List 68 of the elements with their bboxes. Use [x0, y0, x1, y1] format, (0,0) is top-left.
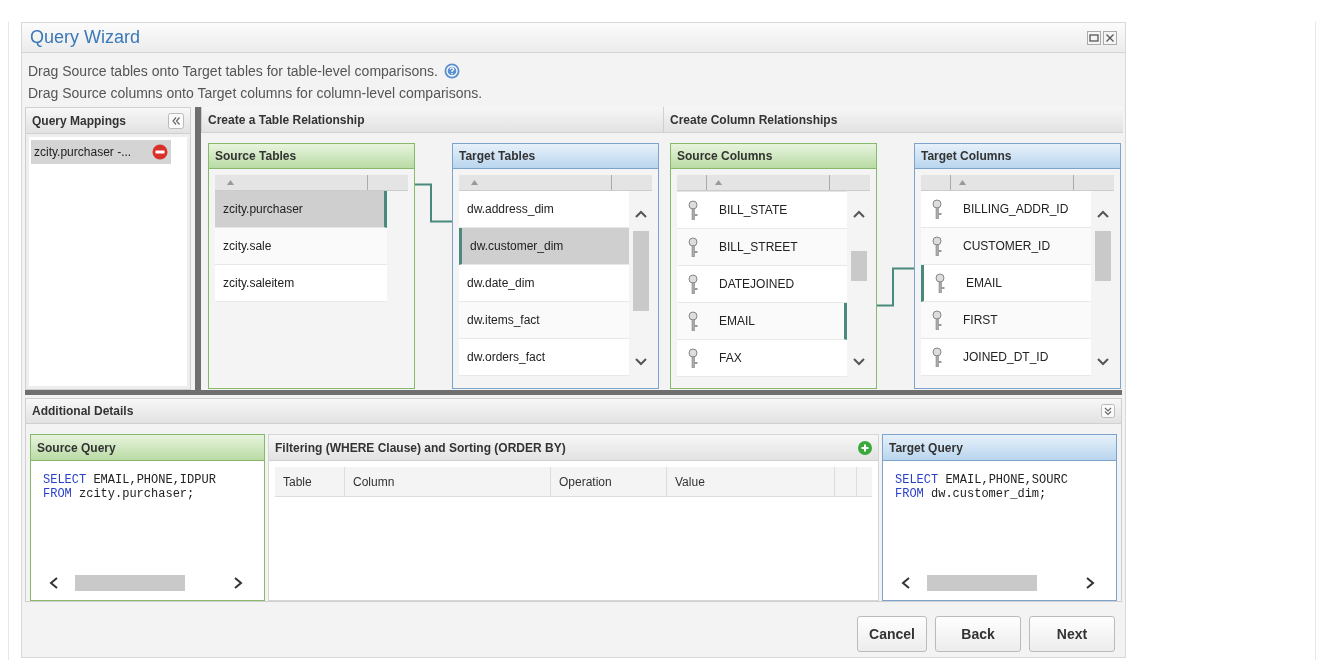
sort-up-icon: [959, 180, 966, 185]
window-title: Query Wizard: [30, 26, 141, 49]
wizard-button[interactable]: Cancel: [857, 616, 927, 652]
panel-title: Source Tables: [209, 144, 414, 169]
connector-line: [415, 183, 452, 223]
expand-icon[interactable]: [1101, 404, 1115, 418]
panel-title: Target Columns: [915, 144, 1120, 169]
section-title: Additional Details: [32, 403, 134, 420]
list-row[interactable]: dw.address_dim: [459, 191, 629, 228]
list-row[interactable]: zcity.purchaser: [215, 191, 387, 228]
list-row[interactable]: BILL_STATE: [677, 192, 847, 229]
key-icon: [686, 200, 700, 220]
column-header[interactable]: Column: [345, 467, 551, 496]
list-row[interactable]: zcity.sale: [215, 228, 387, 265]
collapse-icon[interactable]: [168, 112, 184, 129]
panel-title: Target Query: [883, 435, 1116, 461]
column-header[interactable]: Value: [667, 467, 835, 496]
sort-up-icon: [227, 180, 234, 185]
list-row[interactable]: dw.orders_fact: [459, 339, 629, 376]
panel-title: Source Query: [31, 435, 264, 461]
list-row[interactable]: dw.items_fact: [459, 302, 629, 339]
column-header[interactable]: Operation: [551, 467, 667, 496]
key-icon: [686, 348, 700, 368]
list-row[interactable]: FAX: [677, 340, 847, 377]
splitter-bar[interactable]: [195, 107, 201, 390]
sort-up-icon: [715, 180, 722, 185]
list-row[interactable]: JOINED_DT_ID: [921, 339, 1091, 376]
list-row[interactable]: dw.customer_dim: [459, 228, 629, 265]
wizard-button[interactable]: Next: [1029, 616, 1115, 652]
panel-title: Filtering (WHERE Clause) and Sorting (ORDER BY): [275, 439, 566, 457]
list-row[interactable]: BILL_STREET: [677, 229, 847, 266]
connector-line: [877, 267, 914, 307]
code-line: SELECT EMAIL,PHONE,SOURC: [895, 473, 1069, 487]
mapping-item[interactable]: zcity.purchaser -...: [31, 140, 171, 164]
code-line: FROM zcity.purchaser;: [43, 487, 196, 501]
key-icon: [933, 273, 947, 293]
close-icon[interactable]: [1103, 30, 1117, 45]
panel-title: Source Columns: [671, 144, 876, 169]
key-icon: [930, 236, 944, 256]
add-icon[interactable]: [858, 440, 872, 455]
sort-up-icon: [471, 180, 478, 185]
column-header[interactable]: Table: [275, 467, 345, 496]
panel-title: Target Tables: [453, 144, 658, 169]
key-icon: [930, 347, 944, 367]
section-title: Create a Table Relationship: [201, 107, 663, 133]
list-row[interactable]: DATEJOINED: [677, 266, 847, 303]
key-icon: [686, 311, 700, 331]
wizard-button[interactable]: Back: [935, 616, 1021, 652]
remove-icon[interactable]: [152, 144, 168, 160]
key-icon: [930, 310, 944, 330]
instruction-text: Drag Source columns onto Target columns for column-level comparisons.: [28, 84, 483, 103]
restore-icon[interactable]: [1087, 30, 1101, 45]
list-row[interactable]: EMAIL: [677, 303, 847, 340]
list-row[interactable]: FIRST: [921, 302, 1091, 339]
list-row[interactable]: zcity.saleitem: [215, 265, 387, 302]
instruction-text: Drag Source tables onto Target tables for table-level comparisons.: [28, 62, 438, 81]
code-line: FROM dw.customer_dim;: [895, 487, 1048, 501]
section-title: Create Column Relationships: [663, 107, 1123, 133]
panel-title: Query Mappings: [32, 112, 126, 130]
list-row[interactable]: EMAIL: [921, 265, 1091, 302]
list-row[interactable]: BILLING_ADDR_ID: [921, 191, 1091, 228]
list-row[interactable]: CUSTOMER_ID: [921, 228, 1091, 265]
code-line: SELECT EMAIL,PHONE,IDPUR: [43, 473, 217, 487]
key-icon: [686, 274, 700, 294]
key-icon: [930, 199, 944, 219]
help-icon: [443, 63, 460, 79]
key-icon: [686, 237, 700, 257]
list-row[interactable]: dw.date_dim: [459, 265, 629, 302]
